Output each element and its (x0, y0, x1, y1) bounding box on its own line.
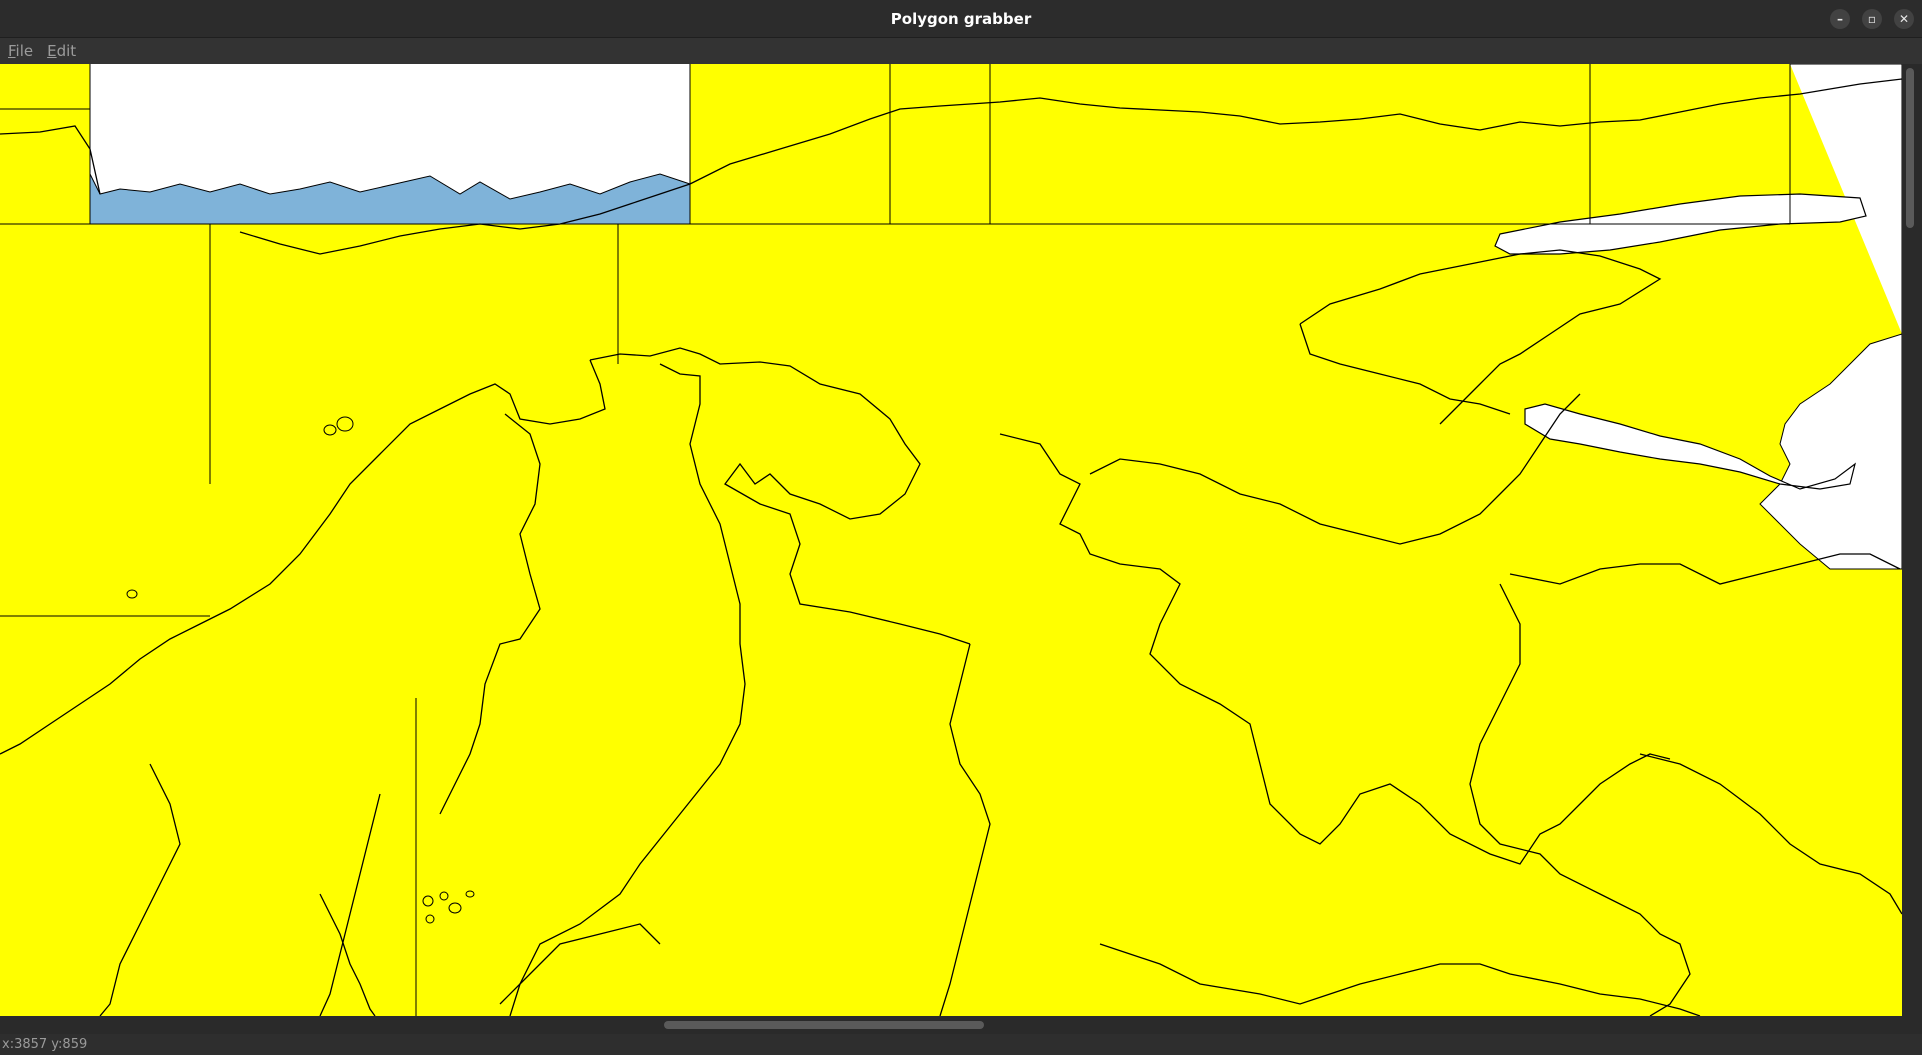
close-icon[interactable]: ✕ (1894, 9, 1914, 29)
minimize-icon[interactable]: – (1830, 9, 1850, 29)
horizontal-scrollbar-thumb[interactable] (664, 1021, 984, 1029)
cursor-coordinates: x:3857 y:859 (2, 1037, 88, 1052)
restore-icon[interactable]: ▫ (1862, 9, 1882, 29)
status-bar: x:3857 y:859 (0, 1034, 1922, 1055)
menu-bar: File Edit (0, 38, 1922, 64)
window-titlebar[interactable]: Polygon grabber – ▫ ✕ (0, 0, 1922, 38)
map-svg[interactable] (0, 64, 1902, 1016)
menu-file[interactable]: File (8, 42, 33, 60)
window-controls: – ▫ ✕ (1830, 9, 1914, 29)
nodata-region-right (1759, 64, 1902, 570)
window-title: Polygon grabber (890, 9, 1032, 28)
map-canvas[interactable] (0, 64, 1902, 1016)
menu-edit[interactable]: Edit (47, 42, 76, 60)
vertical-scrollbar-thumb[interactable] (1906, 68, 1914, 228)
